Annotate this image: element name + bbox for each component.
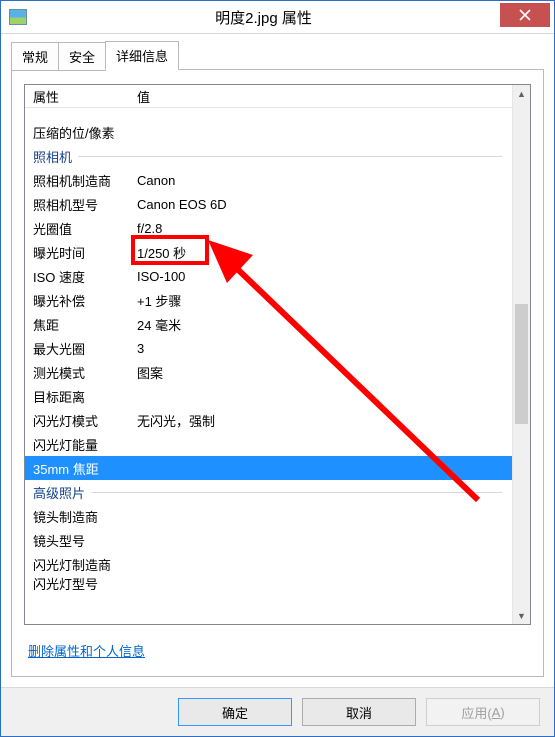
col-header-value: 值 xyxy=(137,87,512,106)
scroll-track[interactable] xyxy=(513,102,530,607)
properties-dialog: 明度2.jpg 属性 常规 安全 详细信息 属性 值 xyxy=(0,0,555,737)
remove-properties-link[interactable]: 删除属性和个人信息 xyxy=(28,644,145,659)
table-row[interactable]: 压缩的位/像素 xyxy=(25,120,512,144)
table-row[interactable]: 闪光灯模式 无闪光，强制 xyxy=(25,408,512,432)
list-header: 属性 值 xyxy=(25,85,512,108)
titlebar: 明度2.jpg 属性 xyxy=(1,1,554,34)
table-row[interactable]: 最大光圈 3 xyxy=(25,336,512,360)
apply-button: 应用(A) xyxy=(426,698,540,726)
table-row[interactable]: 闪光灯制造商 xyxy=(25,552,512,576)
tab-general[interactable]: 常规 xyxy=(11,42,59,71)
table-row-fnumber[interactable]: 光圈值 f/2.8 xyxy=(25,216,512,240)
tab-security[interactable]: 安全 xyxy=(58,42,106,71)
details-panel: 属性 值 sRGB 压缩的位/像素 照相机 xyxy=(11,69,544,677)
table-row[interactable]: 镜头制造商 xyxy=(25,504,512,528)
table-row[interactable]: 照相机制造商 Canon xyxy=(25,168,512,192)
tabstrip: 常规 安全 详细信息 xyxy=(11,42,544,70)
table-row[interactable]: 目标距离 xyxy=(25,384,512,408)
tab-details[interactable]: 详细信息 xyxy=(105,41,179,70)
table-row[interactable]: 曝光时间 1/250 秒 xyxy=(25,240,512,264)
dialog-body: 常规 安全 详细信息 属性 值 sRGB xyxy=(1,34,554,687)
section-divider xyxy=(78,156,502,157)
table-row[interactable]: 闪光灯能量 xyxy=(25,432,512,456)
table-row[interactable]: 照相机型号 Canon EOS 6D xyxy=(25,192,512,216)
col-header-property: 属性 xyxy=(33,87,137,106)
close-button[interactable] xyxy=(500,3,550,27)
scroll-down-icon[interactable]: ▼ xyxy=(513,607,530,624)
table-row[interactable]: 镜头型号 xyxy=(25,528,512,552)
dialog-buttons: 确定 取消 应用(A) xyxy=(1,687,554,736)
table-row[interactable]: 焦距 24 毫米 xyxy=(25,312,512,336)
scrollbar-vertical[interactable]: ▲ ▼ xyxy=(512,85,530,624)
close-icon xyxy=(519,9,531,21)
table-row[interactable]: ISO 速度 ISO-100 xyxy=(25,264,512,288)
section-divider xyxy=(91,492,502,493)
section-advanced-photo: 高级照片 xyxy=(25,480,512,504)
scroll-up-icon[interactable]: ▲ xyxy=(513,85,530,102)
section-camera: 照相机 xyxy=(25,144,512,168)
table-row-selected[interactable]: 35mm 焦距 xyxy=(25,456,512,480)
list-viewport[interactable]: 属性 值 sRGB 压缩的位/像素 照相机 xyxy=(25,85,512,624)
properties-list: 属性 值 sRGB 压缩的位/像素 照相机 xyxy=(24,84,531,625)
app-icon xyxy=(9,9,27,25)
cancel-button[interactable]: 取消 xyxy=(302,698,416,726)
table-row[interactable]: sRGB xyxy=(25,108,512,120)
table-row[interactable]: 测光模式 图案 xyxy=(25,360,512,384)
table-row[interactable]: 曝光补偿 +1 步骤 xyxy=(25,288,512,312)
window-title: 明度2.jpg 属性 xyxy=(27,7,500,28)
table-row[interactable]: 闪光灯型号 xyxy=(25,576,512,590)
link-area: 删除属性和个人信息 xyxy=(24,625,531,664)
ok-button[interactable]: 确定 xyxy=(178,698,292,726)
scroll-thumb[interactable] xyxy=(515,304,528,424)
